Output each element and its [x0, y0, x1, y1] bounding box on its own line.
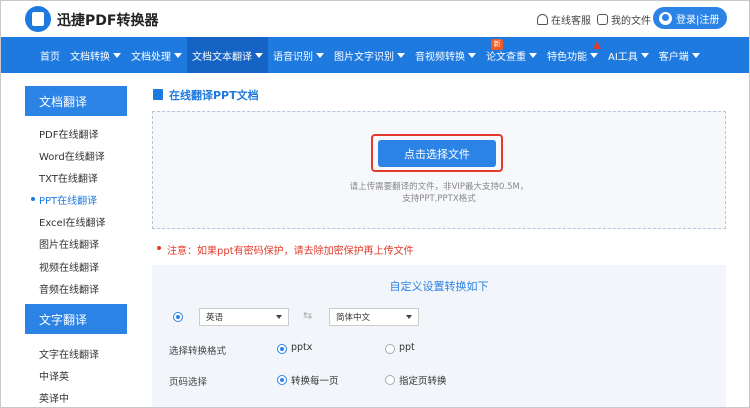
- format-pptx-radio[interactable]: [277, 344, 287, 354]
- sidebar-item-en-zh[interactable]: 英译中: [39, 390, 69, 405]
- pages-range-label[interactable]: 指定页转换: [399, 373, 447, 387]
- new-badge: 新: [491, 39, 503, 50]
- sidebar-text-translate-head: 文字翻译: [25, 304, 127, 334]
- upload-tip-line1: 请上传需要翻译的文件，非VIP最大支持0.5M，: [349, 182, 529, 192]
- document-icon: [153, 89, 163, 100]
- dropdown-arrow-icon: [406, 315, 412, 319]
- chevron-down-icon: [529, 52, 537, 58]
- sidebar-item-zh-en[interactable]: 中译英: [39, 368, 69, 383]
- language-radio[interactable]: [173, 312, 183, 322]
- chevron-down-icon: [691, 52, 700, 58]
- main-nav: 首页 文档转换 文档处理 文档文本翻译 语音识别 图片文字识别 音视频转换 论文…: [1, 37, 749, 73]
- format-ppt-radio[interactable]: [385, 344, 395, 354]
- chevron-down-icon: [397, 52, 405, 58]
- my-files-link[interactable]: 我的文件: [597, 12, 651, 27]
- logo-icon[interactable]: [25, 6, 51, 32]
- sidebar-item-audio[interactable]: 音频在线翻译: [39, 281, 99, 296]
- nav-av-convert[interactable]: 音视频转换: [410, 37, 481, 73]
- sidebar-item-pdf[interactable]: PDF在线翻译: [39, 126, 98, 141]
- user-icon: [659, 11, 672, 25]
- settings-title: 自定义设置转换如下: [389, 280, 489, 293]
- chevron-down-icon: [113, 52, 121, 58]
- sidebar-item-excel[interactable]: Excel在线翻译: [39, 214, 106, 229]
- sidebar-doc-translate-head: 文档翻译: [25, 86, 127, 116]
- chevron-down-icon: [468, 52, 476, 58]
- nav-label: 文档文本翻译: [192, 51, 252, 63]
- target-language-value: 简体中文: [336, 313, 371, 323]
- chevron-down-icon: [640, 52, 649, 58]
- sidebar-item-ppt[interactable]: PPT在线翻译: [39, 192, 97, 207]
- notice-dot-icon: [157, 246, 161, 250]
- source-language-value: 英语: [206, 313, 224, 323]
- nav-label: 音视频转换: [415, 51, 465, 63]
- nav-doc-translate[interactable]: 文档文本翻译: [187, 37, 268, 73]
- nav-label: 文档转换: [70, 51, 110, 63]
- upload-tip-line2: 支持PPT,PPTX格式: [402, 194, 476, 204]
- nav-ai-tools[interactable]: AI工具: [603, 37, 654, 73]
- sidebar-item-video[interactable]: 视频在线翻译: [39, 259, 99, 274]
- nav-label: 首页: [40, 51, 60, 63]
- nav-speech[interactable]: 语音识别: [268, 37, 329, 73]
- chevron-down-icon: [174, 52, 182, 58]
- login-label: 登录|注册: [676, 14, 720, 26]
- pages-range-radio[interactable]: [385, 375, 395, 385]
- password-notice: 注意：如果ppt有密码保护，请去除加密保护再上传文件: [167, 246, 414, 257]
- top-header: 迅捷PDF转换器 在线客服 我的文件 登录|注册: [1, 1, 749, 37]
- nav-doc-process[interactable]: 文档处理: [126, 37, 187, 73]
- pages-all-label[interactable]: 转换每一页: [291, 373, 339, 387]
- nav-label: 图片文字识别: [334, 51, 394, 63]
- sidebar-item-txt[interactable]: TXT在线翻译: [39, 170, 98, 185]
- headset-icon: [537, 14, 548, 25]
- my-files-label: 我的文件: [611, 16, 651, 27]
- hot-flag-icon: [593, 41, 601, 49]
- target-language-select[interactable]: 简体中文: [329, 308, 419, 326]
- format-pptx-label[interactable]: pptx: [291, 342, 312, 353]
- login-register-button[interactable]: 登录|注册: [653, 7, 727, 29]
- choose-file-button[interactable]: 点击选择文件: [378, 140, 496, 167]
- app-window: 迅捷PDF转换器 在线客服 我的文件 登录|注册 首页 文档转换 文档处理 文档…: [0, 0, 750, 408]
- swap-languages-icon[interactable]: ⇆: [303, 309, 312, 322]
- nav-label: AI工具: [608, 51, 638, 63]
- pages-all-radio[interactable]: [277, 375, 287, 385]
- pages-label: 页码选择: [169, 377, 208, 388]
- selected-dot-icon: [31, 197, 35, 201]
- section-title: 在线翻译PPT文档: [169, 89, 259, 102]
- dropdown-arrow-icon: [276, 315, 282, 319]
- sidebar-item-image[interactable]: 图片在线翻译: [39, 236, 99, 251]
- online-service-link[interactable]: 在线客服: [537, 12, 591, 27]
- nav-label: 文档处理: [131, 51, 171, 63]
- format-ppt-label[interactable]: ppt: [399, 342, 415, 353]
- source-language-select[interactable]: 英语: [199, 308, 289, 326]
- chevron-down-icon: [590, 52, 598, 58]
- chevron-down-icon: [316, 52, 324, 58]
- chevron-down-icon: [255, 52, 263, 58]
- format-label: 选择转换格式: [169, 346, 227, 357]
- nav-label: 客户端: [658, 51, 689, 63]
- brand-name[interactable]: 迅捷PDF转换器: [57, 10, 158, 30]
- sidebar-item-word[interactable]: Word在线翻译: [39, 148, 105, 163]
- nav-ocr[interactable]: 图片文字识别: [329, 37, 410, 73]
- nav-label: 特色功能: [547, 51, 587, 63]
- file-icon: [597, 14, 608, 25]
- sidebar-item-text[interactable]: 文字在线翻译: [39, 346, 99, 361]
- nav-home[interactable]: 首页: [35, 37, 65, 73]
- nav-doc-convert[interactable]: 文档转换: [65, 37, 126, 73]
- nav-client[interactable]: 客户端: [654, 37, 705, 73]
- online-service-label: 在线客服: [551, 16, 591, 27]
- nav-label: 语音识别: [273, 51, 313, 63]
